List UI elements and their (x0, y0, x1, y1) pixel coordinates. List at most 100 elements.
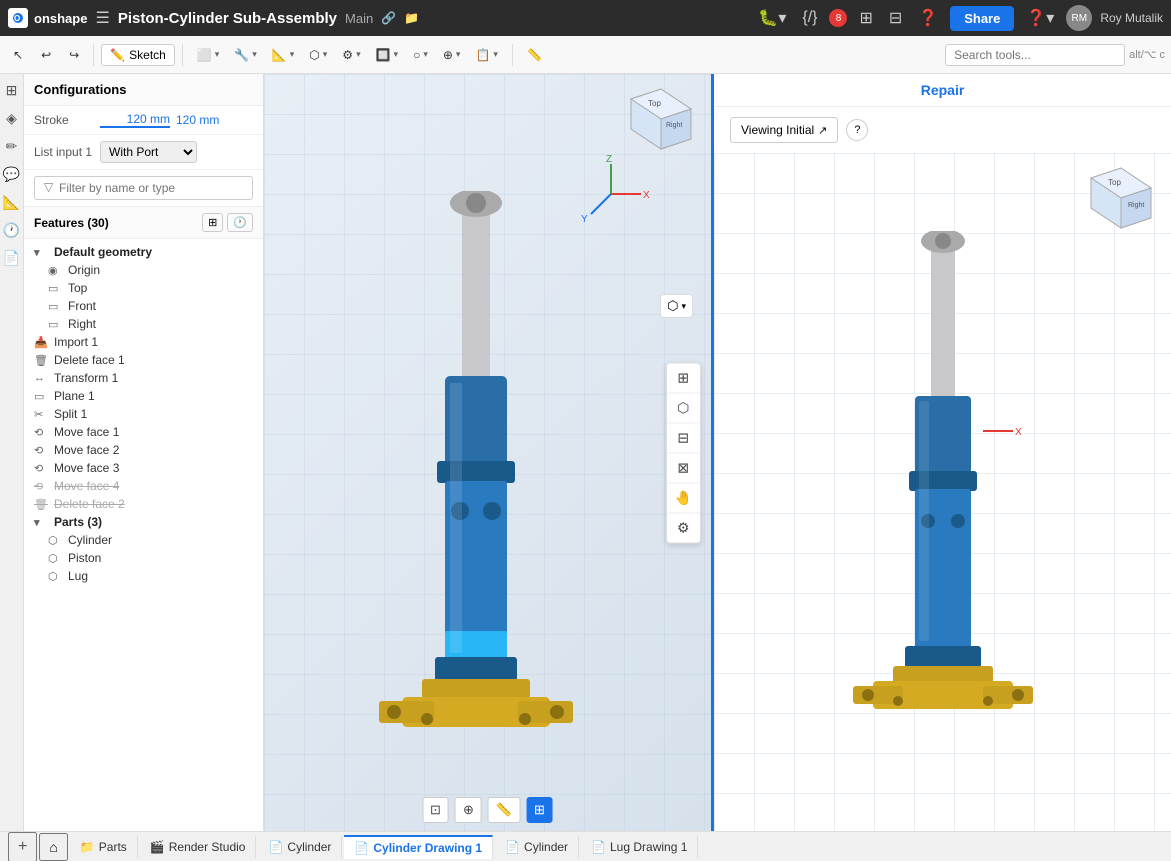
sidebar-icon-parts[interactable]: ◈ (2, 108, 22, 128)
apps-btn[interactable]: ⊟ (885, 6, 906, 30)
shapes-btn[interactable]: ⬜ ▾ (190, 44, 226, 66)
tools5-btn[interactable]: ⚙ ▾ (335, 44, 367, 66)
tools2-btn[interactable]: 🔧 ▾ (227, 44, 263, 66)
tools9-btn[interactable]: 📋 ▾ (468, 44, 504, 66)
tree-item-moveface4[interactable]: ⟲ Move face 4 (24, 477, 263, 495)
home-btn[interactable]: ⌂ (39, 833, 67, 861)
add-tab-btn[interactable]: + (8, 832, 37, 861)
tree-item-front[interactable]: ▭ Front (24, 297, 263, 315)
tree-item-split1[interactable]: ✂ Split 1 (24, 405, 263, 423)
orient-cube-left[interactable]: Top Right (626, 84, 696, 154)
measure-btn[interactable]: 📏 (520, 44, 549, 66)
tree-item-cylinder[interactable]: ⬡ Cylinder (24, 531, 263, 549)
tab-lug-drawing[interactable]: 📄 Lug Drawing 1 (581, 836, 698, 858)
tree-label: Cylinder (68, 533, 112, 547)
sidebar-icon-clock[interactable]: 🕐 (2, 220, 22, 240)
feature-action-1[interactable]: ⊞ (202, 213, 223, 232)
help-icon-btn[interactable]: ? (846, 119, 868, 141)
orient-cube-right[interactable]: Top Right (1086, 163, 1156, 233)
left-viewport-area[interactable]: Top Right X Z Y (264, 74, 711, 831)
tree-item-moveface2[interactable]: ⟲ Move face 2 (24, 441, 263, 459)
tree-item-deleteface2[interactable]: 🗑 Delete face 2 (24, 495, 263, 513)
toolbar-group-1: ⬜ ▾ 🔧 ▾ 📐 ▾ ⬡ ▾ ⚙ ▾ 🔲 ▾ ○ ▾ ⊕ ▾ 📋 ▾ (190, 44, 505, 66)
filter-input[interactable] (34, 176, 253, 200)
piston-assembly-right: X (843, 231, 1043, 811)
view-tb-btn-5[interactable]: 🤚 (667, 483, 700, 513)
tools4-btn[interactable]: ⬡ ▾ (302, 44, 334, 66)
feature-tree: ▾ Default geometry ◉ Origin ▭ Top ▭ Fron… (24, 239, 263, 831)
undo-btn[interactable]: ↩ (34, 44, 58, 66)
viewing-initial-btn[interactable]: Viewing Initial ↗ (730, 117, 838, 143)
cube-menu-btn[interactable]: ⬡ ▾ (660, 294, 693, 318)
view-tb-btn-1[interactable]: ⊞ (667, 363, 700, 393)
tools3-btn[interactable]: 📐 ▾ (265, 44, 301, 66)
share-button[interactable]: Share (950, 6, 1014, 31)
notification-badge[interactable]: 8 (829, 9, 847, 27)
link-icon[interactable]: 🔗 (381, 11, 396, 25)
tree-item-plane1[interactable]: ▭ Plane 1 (24, 387, 263, 405)
folder-icon[interactable]: 📁 (404, 11, 419, 25)
tab-parts[interactable]: 📁 Parts (70, 836, 138, 858)
tree-item-import1[interactable]: 📥 Import 1 (24, 333, 263, 351)
sidebar-icon-comment[interactable]: 💬 (2, 164, 22, 184)
stroke-input[interactable] (100, 112, 170, 128)
tools7-btn[interactable]: ○ ▾ (406, 44, 435, 66)
avatar[interactable]: RM (1066, 5, 1092, 31)
hamburger-icon[interactable]: ☰ (95, 8, 109, 28)
tree-item-piston[interactable]: ⬡ Piston (24, 549, 263, 567)
plane-icon-4: ▭ (34, 390, 50, 403)
tree-item-origin[interactable]: ◉ Origin (24, 261, 263, 279)
help-circle-btn[interactable]: ❓ (914, 6, 942, 30)
tab-cylinder2[interactable]: 📄 Cylinder (495, 836, 579, 858)
filter-row: ▽ (24, 170, 263, 207)
debug-btn[interactable]: 🐛▾ (754, 6, 790, 30)
tab-render[interactable]: 🎬 Render Studio (140, 836, 257, 858)
transform-icon: ↔ (34, 372, 50, 384)
search-shortcut: alt/⌥ c (1129, 48, 1165, 61)
tree-item-deleteface1[interactable]: 🗑 Delete face 1 (24, 351, 263, 369)
plane-icon-3: ▭ (48, 318, 64, 331)
tree-item-transform1[interactable]: ↔ Transform 1 (24, 369, 263, 387)
tab-cylinder2-icon: 📄 (505, 840, 520, 854)
app-logo[interactable]: O onshape (8, 8, 87, 28)
view-tb-btn-4[interactable]: ⊠ (667, 453, 700, 483)
svg-text:X: X (643, 190, 650, 201)
redo-btn[interactable]: ↪ (62, 44, 86, 66)
grid-view-btn[interactable]: ⊞ (855, 6, 876, 30)
sidebar-icon-measure[interactable]: 📐 (2, 192, 22, 212)
toolbar-cursor-btn[interactable]: ↖ (6, 44, 30, 66)
feature-action-2[interactable]: 🕐 (227, 213, 253, 232)
tree-item-parts[interactable]: ▾ Parts (3) (24, 513, 263, 531)
tree-item-default-geometry[interactable]: ▾ Default geometry (24, 243, 263, 261)
zoom-fit-btn[interactable]: ⊡ (422, 797, 449, 823)
tab-cylinder-drawing[interactable]: 📄 Cylinder Drawing 1 (344, 835, 493, 859)
list-input-select[interactable]: With PortWithout Port (100, 141, 197, 163)
view-tb-btn-2[interactable]: ⬡ (667, 393, 700, 423)
tree-item-right[interactable]: ▭ Right (24, 315, 263, 333)
right-viewport[interactable]: Top Right (714, 153, 1171, 831)
tab-parts-icon: 📁 (80, 840, 95, 854)
sidebar-icon-sketch[interactable]: ✏ (2, 136, 22, 156)
measure-bottom-btn[interactable]: 📏 (488, 797, 520, 823)
toolbar-sep-2 (182, 44, 183, 66)
search-input[interactable] (945, 44, 1125, 66)
sidebar-icon-tools[interactable]: ⊞ (2, 80, 22, 100)
topbar: O onshape ☰ Piston-Cylinder Sub-Assembly… (0, 0, 1171, 36)
help-btn[interactable]: ❓▾ (1022, 6, 1058, 30)
zoom-in-btn[interactable]: ⊕ (455, 797, 482, 823)
tools8-btn[interactable]: ⊕ ▾ (436, 44, 468, 66)
variable-btn[interactable]: {/} (798, 7, 821, 29)
view-tb-btn-3[interactable]: ⊟ (667, 423, 700, 453)
tree-item-lug[interactable]: ⬡ Lug (24, 567, 263, 585)
tools6-btn[interactable]: 🔲 ▾ (369, 44, 405, 66)
tab-cylinder[interactable]: 📄 Cylinder (258, 836, 342, 858)
sidebar-icon-doc[interactable]: 📄 (2, 248, 22, 268)
sketch-btn[interactable]: ✏️ Sketch (101, 44, 175, 66)
tree-label: Origin (68, 263, 100, 277)
tree-item-moveface3[interactable]: ⟲ Move face 3 (24, 459, 263, 477)
plane-icon: ▭ (48, 282, 64, 295)
split-view-btn[interactable]: ⊞ (526, 797, 553, 823)
view-tb-btn-6[interactable]: ⚙ (667, 513, 700, 542)
tree-item-top[interactable]: ▭ Top (24, 279, 263, 297)
tree-item-moveface1[interactable]: ⟲ Move face 1 (24, 423, 263, 441)
